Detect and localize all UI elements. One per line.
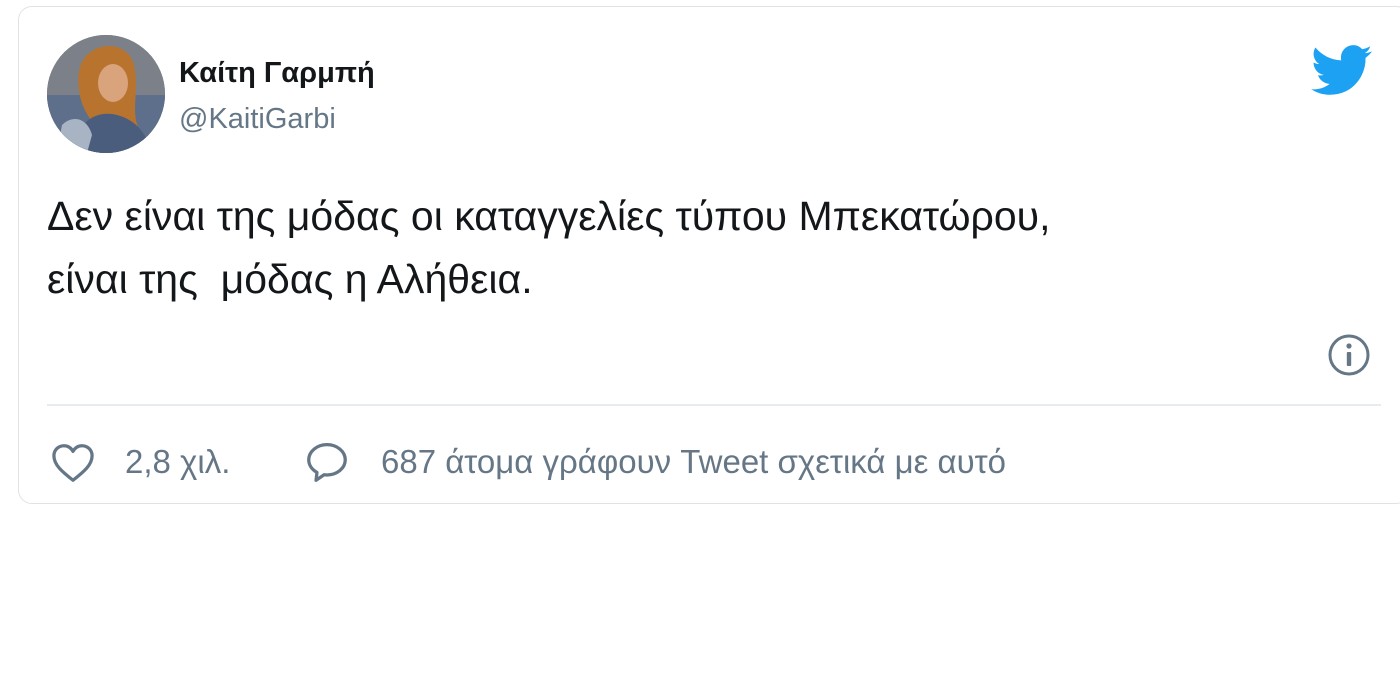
reply-count-link[interactable]: 687 άτομα γράφουν Tweet σχετικά με αυτό: [381, 443, 1006, 481]
avatar-photo: [47, 35, 165, 153]
like-count[interactable]: 2,8 χιλ.: [125, 443, 230, 481]
divider: [47, 404, 1381, 406]
heart-icon[interactable]: [51, 443, 95, 483]
avatar[interactable]: [47, 35, 165, 153]
tweet-text: Δεν είναι της μόδας οι καταγγελίες τύπου…: [47, 185, 1347, 311]
speech-bubble-icon[interactable]: [305, 441, 349, 483]
tweet-text-line: είναι της μόδας η Αλήθεια.: [47, 256, 533, 302]
info-icon[interactable]: [1327, 333, 1371, 377]
tweet-card[interactable]: Καίτη Γαρμπή @KaitiGarbi Δεν είναι της μ…: [18, 6, 1400, 504]
author-name[interactable]: Καίτη Γαρμπή: [179, 57, 375, 90]
action-bar: 2,8 χιλ. 687 άτομα γράφουν Tweet σχετικά…: [19, 407, 1400, 505]
tweet-text-line: Δεν είναι της μόδας οι καταγγελίες τύπου…: [47, 193, 1051, 239]
twitter-bird-icon[interactable]: [1311, 45, 1373, 97]
author-handle[interactable]: @KaitiGarbi: [179, 103, 336, 136]
